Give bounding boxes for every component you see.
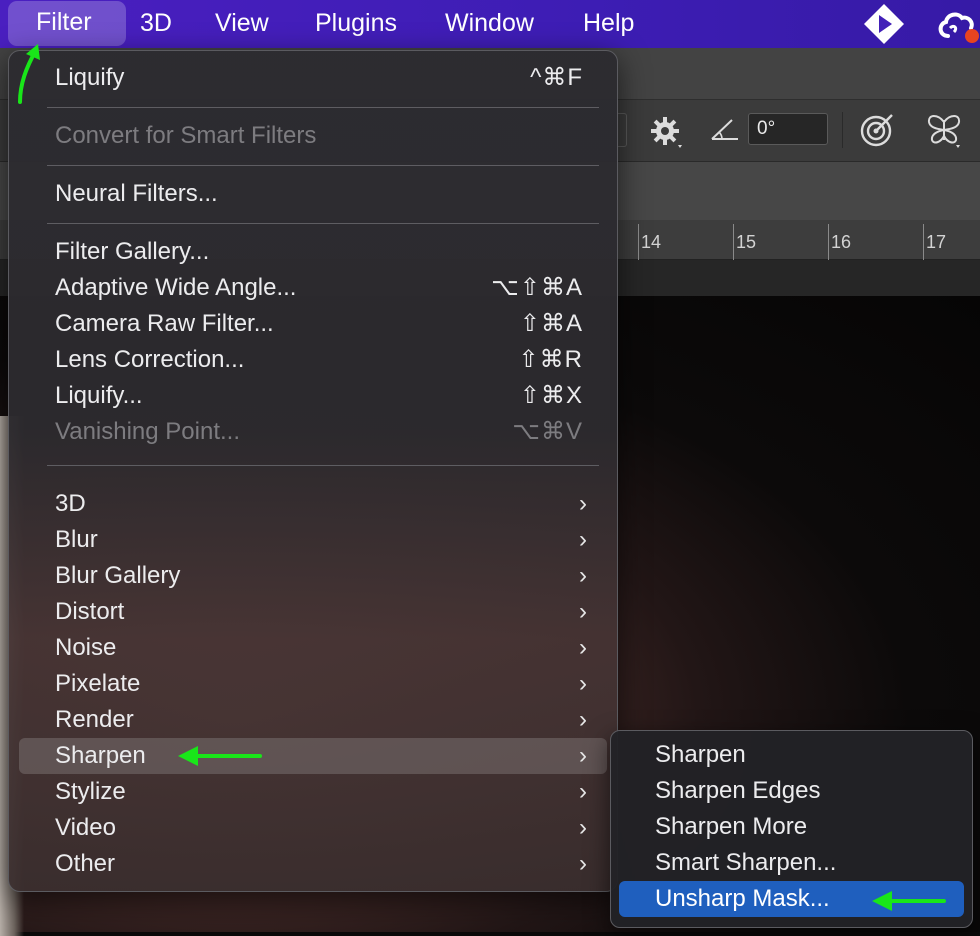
- ruler-tick: [638, 224, 639, 260]
- menu-item-label: Other: [55, 850, 116, 877]
- chevron-right-icon: ›: [579, 706, 587, 733]
- options-field-edge: [617, 113, 627, 147]
- chevron-right-icon: ›: [579, 850, 587, 877]
- menu-item-sharpen[interactable]: Sharpen ›: [19, 738, 607, 774]
- filter-menu: Liquify ^⌘F Convert for Smart Filters Ne…: [8, 50, 618, 892]
- menu-item-label: Filter Gallery...: [55, 238, 210, 265]
- menu-item-label: Pixelate: [55, 670, 141, 697]
- menu-help[interactable]: Help: [583, 0, 634, 48]
- chevron-right-icon: ›: [579, 778, 587, 805]
- menu-item-label: Blur: [55, 526, 98, 553]
- chevron-right-icon: ›: [579, 634, 587, 661]
- menu-item-label: Liquify...: [55, 382, 143, 409]
- ruler-label: 17: [926, 232, 947, 252]
- menu-item-video[interactable]: Video ›: [19, 810, 607, 846]
- menu-item-label: Blur Gallery: [55, 562, 181, 589]
- menu-item-render[interactable]: Render ›: [19, 702, 607, 738]
- menu-separator: [47, 223, 599, 224]
- ruler-tick: [828, 224, 829, 260]
- submenu-item-sharpen[interactable]: Sharpen: [619, 737, 964, 773]
- menu-item-camera-raw-filter[interactable]: Camera Raw Filter... ⇧⌘A: [19, 306, 607, 342]
- chevron-right-icon: ›: [579, 814, 587, 841]
- menu-window[interactable]: Window: [445, 0, 534, 48]
- options-divider: [842, 112, 843, 148]
- menu-item-adaptive-wide-angle[interactable]: Adaptive Wide Angle... ⌥⇧⌘A: [19, 270, 607, 306]
- menu-separator: [47, 465, 599, 466]
- menu-item-label: Camera Raw Filter...: [55, 310, 274, 337]
- angle-icon: [711, 119, 738, 140]
- menu-item-liquify-last[interactable]: Liquify ^⌘F: [19, 60, 607, 96]
- menu-filter[interactable]: Filter: [8, 1, 126, 46]
- ruler-label: 16: [831, 232, 852, 252]
- menu-item-stylize[interactable]: Stylize ›: [19, 774, 607, 810]
- menu-item-label: 3D: [55, 490, 86, 517]
- app-diamond-icon[interactable]: [862, 2, 906, 46]
- menu-item-vanishing-point: Vanishing Point... ⌥⌘V: [19, 414, 607, 450]
- ruler-tick: [733, 224, 734, 260]
- submenu-item-sharpen-edges[interactable]: Sharpen Edges: [619, 773, 964, 809]
- menu-item-other[interactable]: Other ›: [19, 846, 607, 882]
- target-icon[interactable]: [858, 112, 896, 148]
- menu-plugins[interactable]: Plugins: [315, 0, 397, 48]
- menu-item-label: Vanishing Point...: [55, 418, 241, 445]
- menu-item-filter-gallery[interactable]: Filter Gallery...: [19, 234, 607, 270]
- menu-3d[interactable]: 3D: [140, 0, 172, 48]
- submenu-item-sharpen-more[interactable]: Sharpen More: [619, 809, 964, 845]
- menu-item-distort[interactable]: Distort ›: [19, 594, 607, 630]
- menu-item-liquify[interactable]: Liquify... ⇧⌘X: [19, 378, 607, 414]
- menu-item-label: Render: [55, 706, 134, 733]
- chevron-right-icon: ›: [579, 742, 587, 769]
- menu-separator: [47, 107, 599, 108]
- menu-item-blur[interactable]: Blur ›: [19, 522, 607, 558]
- menu-view[interactable]: View: [215, 0, 269, 48]
- menu-item-label: Video: [55, 814, 116, 841]
- menu-item-shortcut: ⇧⌘X: [519, 382, 583, 409]
- menu-item-shortcut: ⌥⇧⌘A: [491, 274, 583, 301]
- menu-item-label: Sharpen: [55, 742, 146, 769]
- menu-bar: Filter 3D View Plugins Window Help: [0, 0, 980, 48]
- ruler-label: 15: [736, 232, 757, 252]
- butterfly-icon[interactable]: [924, 110, 964, 150]
- creative-cloud-icon[interactable]: [934, 6, 980, 44]
- menu-item-convert-smart-filters: Convert for Smart Filters: [19, 118, 607, 154]
- menu-item-label: Liquify: [55, 64, 125, 91]
- menu-item-noise[interactable]: Noise ›: [19, 630, 607, 666]
- menu-item-label: Noise: [55, 634, 117, 661]
- menu-item-shortcut: ⇧⌘A: [519, 310, 583, 337]
- menu-item-3d[interactable]: 3D ›: [19, 486, 607, 522]
- sharpen-submenu: Sharpen Sharpen Edges Sharpen More Smart…: [610, 730, 973, 928]
- menu-item-label: Stylize: [55, 778, 126, 805]
- menu-separator: [47, 165, 599, 166]
- menu-item-shortcut: ⇧⌘R: [518, 346, 583, 373]
- menu-item-shortcut: ^⌘F: [530, 64, 583, 91]
- menu-item-shortcut: ⌥⌘V: [512, 418, 583, 445]
- menu-item-lens-correction[interactable]: Lens Correction... ⇧⌘R: [19, 342, 607, 378]
- menu-item-label: Convert for Smart Filters: [55, 122, 317, 149]
- angle-input[interactable]: 0°: [748, 113, 828, 145]
- submenu-item-unsharp-mask[interactable]: Unsharp Mask...: [619, 881, 964, 917]
- menu-item-pixelate[interactable]: Pixelate ›: [19, 666, 607, 702]
- menu-item-label: Neural Filters...: [55, 180, 218, 207]
- gear-icon[interactable]: [650, 116, 684, 150]
- menu-item-neural-filters[interactable]: Neural Filters...: [19, 176, 607, 212]
- chevron-right-icon: ›: [579, 670, 587, 697]
- menu-item-label: Adaptive Wide Angle...: [55, 274, 297, 301]
- menu-item-label: Lens Correction...: [55, 346, 245, 373]
- chevron-right-icon: ›: [579, 526, 587, 553]
- chevron-right-icon: ›: [579, 490, 587, 517]
- submenu-item-smart-sharpen[interactable]: Smart Sharpen...: [619, 845, 964, 881]
- chevron-right-icon: ›: [579, 598, 587, 625]
- menu-item-label: Distort: [55, 598, 125, 625]
- ruler-tick: [923, 224, 924, 260]
- chevron-right-icon: ›: [579, 562, 587, 589]
- ruler-label: 14: [641, 232, 662, 252]
- menu-item-blur-gallery[interactable]: Blur Gallery ›: [19, 558, 607, 594]
